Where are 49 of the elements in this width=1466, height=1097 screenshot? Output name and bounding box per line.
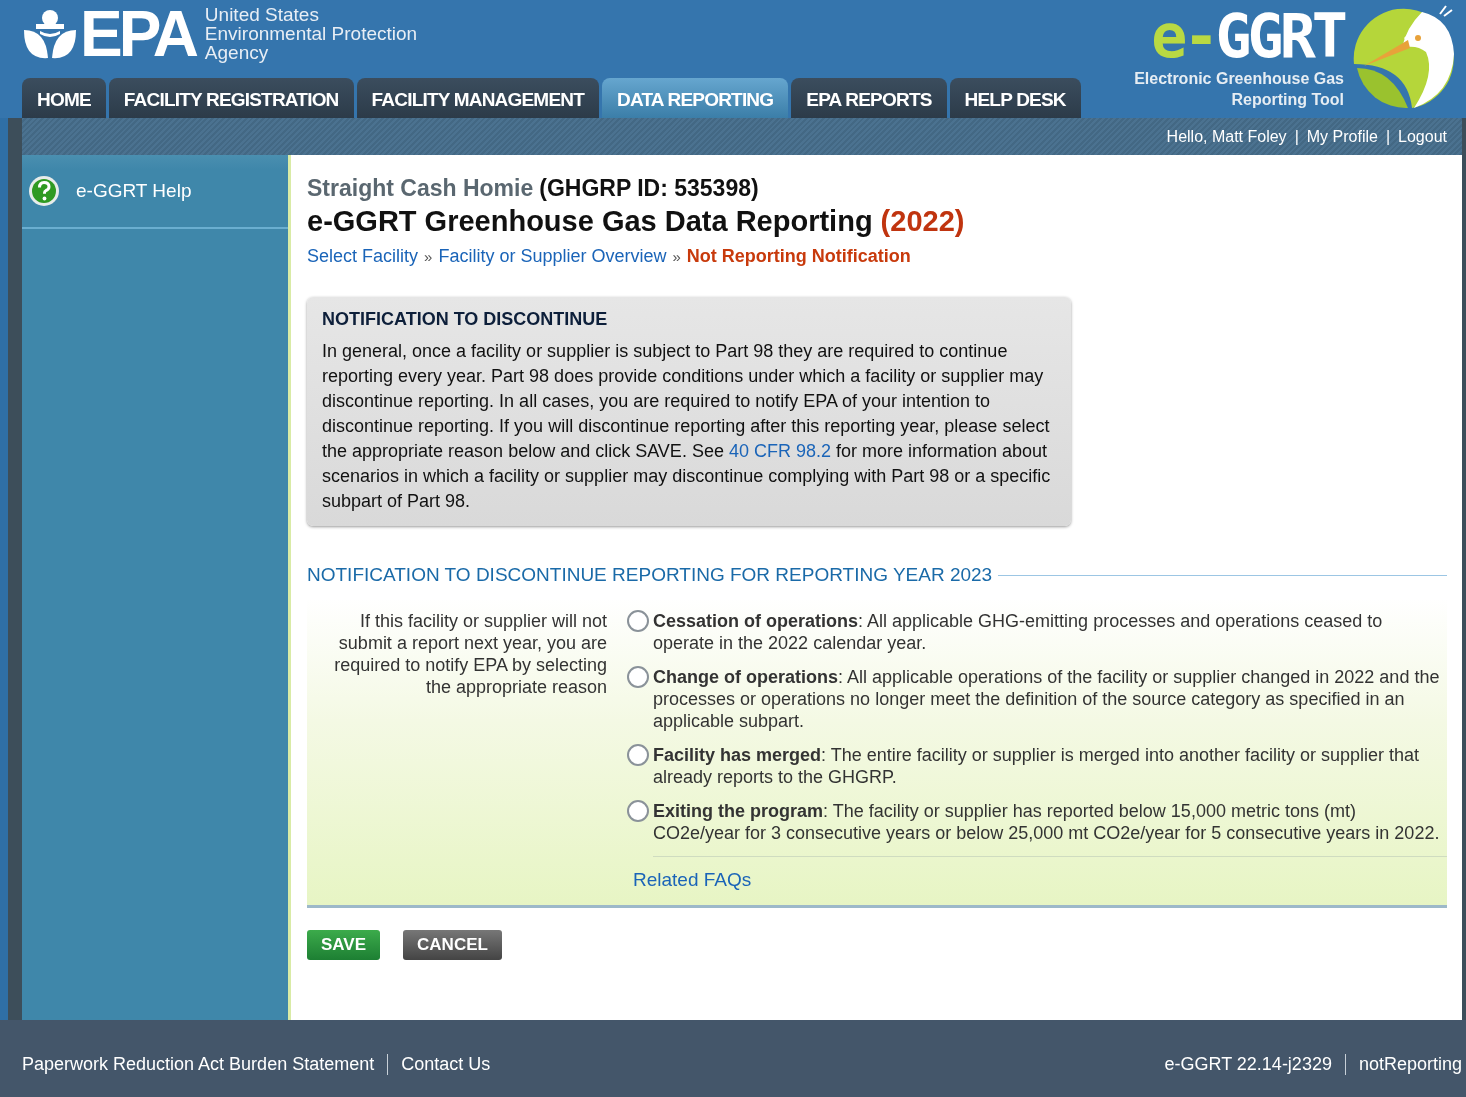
breadcrumb-link[interactable]: Facility or Supplier Overview: [438, 246, 667, 267]
footer-text: notReporting: [1344, 1054, 1462, 1075]
separator-text: |: [1385, 127, 1391, 146]
separator-text: |: [1294, 127, 1299, 146]
facility-name: Straight Cash Homie: [307, 175, 534, 201]
page-title: e-GGRT Greenhouse Gas Data Reporting: [307, 205, 873, 237]
breadcrumb-separator: »: [672, 248, 681, 265]
regulation-link[interactable]: 40 CFR 98.2: [728, 441, 831, 461]
radio-button[interactable]: [627, 666, 649, 688]
form-prompt: If this facility or supplier will not submit a report next year, you are required to notify EPA by selecting the appropriate reason: [333, 610, 607, 699]
app-subtitle-line: Electronic Greenhouse Gas: [1134, 69, 1344, 89]
radio-button[interactable]: [627, 800, 649, 822]
save-button[interactable]: SAVE: [307, 930, 381, 960]
app-subtitle-line: Reporting Tool: [1230, 90, 1344, 110]
sidebar-item[interactable]: e-GGRT Help: [22, 155, 288, 229]
breadcrumb-separator: »: [424, 248, 433, 265]
user-link[interactable]: My Profile: [1306, 127, 1378, 146]
section-heading: NOTIFICATION TO DISCONTINUE REPORTING FOR REPORTING YEAR 2023: [307, 564, 993, 586]
option-text: Cessation of operations: All applicable GHG-emitting processes and operations ceased to operate in the 2022 calendar year.: [653, 610, 1384, 654]
reporting-year: (2022): [880, 205, 965, 237]
agency-name-line: Environmental Protection: [204, 24, 418, 43]
app-wordmark: e-GGRT: [1150, 4, 1344, 68]
option-text: Facility has merged: The entire facility or supplier is merged into another facility or supplier that already reports to the GHGRP.: [653, 744, 1421, 788]
notice-title: NOTIFICATION TO DISCONTINUE: [322, 309, 609, 330]
help-icon: [28, 175, 60, 207]
footer-link[interactable]: Contact Us: [387, 1054, 504, 1075]
footer-text: e-GGRT 22.14-j2329: [1164, 1054, 1333, 1075]
agency-name-line: United States: [204, 5, 320, 24]
nav-tab[interactable]: DATA REPORTING: [602, 78, 789, 118]
breadcrumb-link[interactable]: Select Facility: [307, 246, 419, 267]
footer-link[interactable]: Paperwork Reduction Act Burden Statement: [22, 1054, 388, 1075]
user-link[interactable]: Logout: [1398, 127, 1447, 146]
radio-button[interactable]: [627, 610, 649, 632]
epa-wordmark: EPA: [80, 6, 195, 62]
option-text: Change of operations: All applicable operations of the facility or supplier changed in 2022 and the processes or operations no longer meet the definition of the source category as specified in an applicable subpart.: [653, 666, 1441, 732]
nav-tab[interactable]: FACILITY MANAGEMENT: [356, 78, 599, 118]
cancel-button[interactable]: CANCEL: [403, 930, 502, 960]
radio-button[interactable]: [627, 744, 649, 766]
agency-name-line: Agency: [204, 43, 270, 62]
option-text: Exiting the program: The facility or supplier has reported below 15,000 metric tons (mt) CO2e/year for 3 consecutive years or below 25,000 mt CO2e/year for 5 consecutive years in 2022.: [653, 800, 1441, 844]
nav-tab[interactable]: FACILITY REGISTRATION: [108, 78, 354, 118]
notice-text: In general, once a facility or supplier is subject to Part 98 they are required to continue reporting every year. Part 98 does provide conditions under which a facility or supplier may discontinue reporting. In all cases, you are required to notify EPA of your intention to discontinue reporting. If you will discontinue reporting after this reporting year, please select the appropriate reason below and click SAVE. See 40 CFR 98.2 for more information about scenarios in which a facility or supplier may discontinue complying with Part 98 or a specific subpart of Part 98.: [322, 340, 1052, 513]
facility-id: (GHGRP ID: 535398): [539, 175, 759, 201]
greeting-text: Hello, Matt Foley: [1166, 127, 1287, 146]
nav-tab[interactable]: EPA REPORTS: [791, 78, 947, 118]
nav-tab[interactable]: HOME: [22, 78, 106, 118]
epa-flower-icon: [22, 8, 78, 60]
faq-link[interactable]: Related FAQs: [633, 869, 752, 890]
nav-tab[interactable]: HELP DESK: [949, 78, 1081, 118]
